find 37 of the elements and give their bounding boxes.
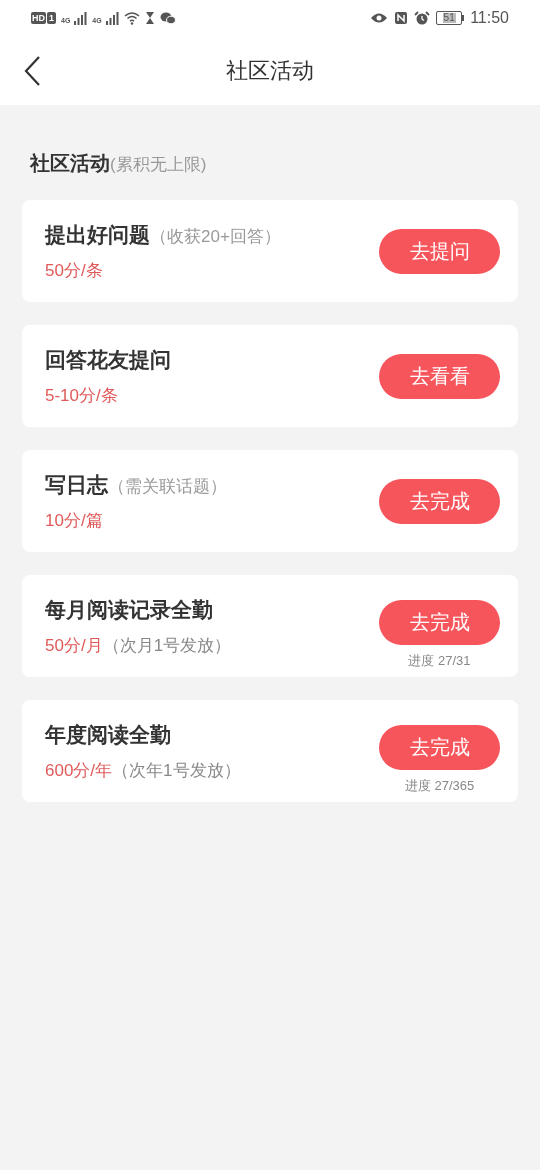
task-note: （收获20+回答）	[150, 225, 281, 248]
points-note: （次年1号发放）	[112, 760, 241, 782]
progress-text: 进度 27/31	[408, 651, 471, 670]
sim-label: 1	[47, 12, 56, 24]
task-title: 回答花友提问	[45, 346, 171, 373]
task-button[interactable]: 去提问	[379, 228, 500, 274]
points-note: （次月1号发放）	[102, 635, 232, 657]
task-points: 5-10分/条	[45, 385, 118, 407]
signal-icon	[73, 11, 88, 25]
signal-icon	[104, 11, 119, 25]
task-points: 600分/年	[45, 760, 113, 782]
task-title: 提出好问题	[45, 221, 150, 248]
back-icon	[23, 54, 41, 87]
page-title: 社区活动	[226, 57, 314, 85]
chat-icon	[159, 11, 176, 25]
task-title: 年度阅读全勤	[45, 721, 171, 748]
clock-time: 11:50	[470, 8, 509, 28]
task-button[interactable]: 去完成	[379, 599, 500, 645]
task-button[interactable]: 去完成	[379, 724, 500, 770]
wifi-icon	[123, 11, 140, 25]
battery-level: 51	[442, 13, 456, 23]
task-points: 50分/月	[45, 635, 103, 657]
task-points: 50分/条	[45, 260, 103, 282]
hd-label: HD	[31, 12, 46, 24]
task-button[interactable]: 去看看	[379, 353, 500, 399]
hourglass-icon	[144, 11, 155, 25]
progress-text: 进度 27/365	[404, 776, 475, 795]
section-note: (累积无上限)	[110, 154, 207, 176]
task-points: 10分/篇	[45, 510, 103, 532]
eye-icon	[370, 12, 389, 24]
nfc-icon	[394, 11, 409, 25]
task-title: 写日志	[45, 471, 108, 498]
alarm-icon	[414, 11, 431, 25]
task-note: （需关联话题）	[108, 475, 227, 498]
section-title: 社区活动	[30, 151, 110, 176]
task-button[interactable]: 去完成	[379, 478, 500, 524]
task-title: 每月阅读记录全勤	[45, 596, 213, 623]
